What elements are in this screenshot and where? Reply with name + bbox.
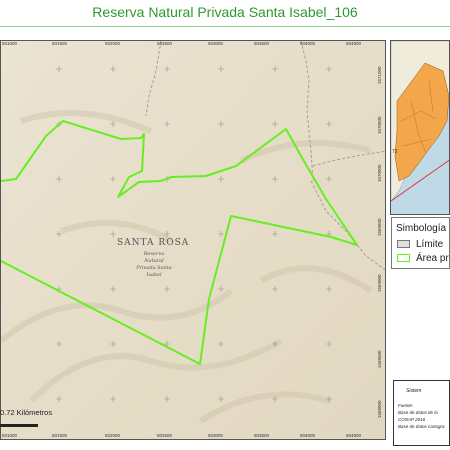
legend-item-boundary: Límite [397,239,443,250]
tick-right: 1570000 [377,164,382,182]
inset-canvas [391,41,449,214]
legend-swatch-boundary [397,240,410,249]
reserve-label-line: Natural [144,258,164,264]
reserve-label-line: Reserva [143,251,165,257]
info-line: Base de datos de la [398,410,438,415]
tick-bottom: 503500 [254,433,270,438]
main-map[interactable]: SANTA ROSA Reserva Natural Privada Santa… [0,40,386,440]
scale-label: 0.72 Kilómetros [0,408,53,417]
tick-top: 504000 [300,41,316,46]
info-title: Sistem [406,388,422,394]
tick-bottom: 501000 [2,433,18,438]
map-title: Reserva Natural Privada Santa Isabel_106 [92,4,358,20]
locator-inset-map[interactable]: 72 [390,40,450,215]
info-line: Fuente: [398,403,414,408]
tick-right: 1571000 [377,66,382,84]
tick-bottom: 504500 [346,433,362,438]
tick-bottom: 504000 [300,433,316,438]
tick-right: 1569500 [377,218,382,236]
tick-bottom: 502500 [157,433,173,438]
legend-label: Área pr [416,253,449,264]
tick-bottom: 502000 [105,433,121,438]
scale-bar [0,424,38,427]
tick-right: 1569000 [377,274,382,292]
info-line: CONAP 2016 [398,417,426,422]
tick-top: 502000 [105,41,121,46]
legend-label: Límite [416,239,444,250]
tick-top: 503000 [208,41,224,46]
tick-right: 1568500 [377,350,382,368]
tick-right: 1568000 [377,400,382,418]
legend-item-protected-area: Área pr [397,253,449,264]
legend: Simbología Límite Área pr [391,217,450,269]
reserve-label-line: Isabel [146,272,162,278]
title-divider [0,26,450,27]
tick-bottom: 501500 [52,433,68,438]
tick-bottom: 503000 [208,433,224,438]
map-canvas [1,41,385,439]
tick-top: 504500 [346,41,362,46]
tick-right: 1570500 [377,116,382,134]
info-box: Sistem Fuente: Base de datos de la CONAP… [393,380,450,446]
reserve-label-line: Privada Santa [136,265,172,271]
inset-label: 72 [392,149,398,155]
legend-title: Simbología [396,223,447,234]
region-label: SANTA ROSA [117,238,190,248]
tick-top: 503500 [254,41,270,46]
reserve-label: Reserva Natural Privada Santa Isabel [129,251,179,279]
legend-swatch-protected-area [397,254,410,263]
tick-top: 502500 [157,41,173,46]
tick-top: 501500 [52,41,68,46]
info-line: Base de datos cartogra [398,424,445,429]
tick-top: 501000 [2,41,18,46]
